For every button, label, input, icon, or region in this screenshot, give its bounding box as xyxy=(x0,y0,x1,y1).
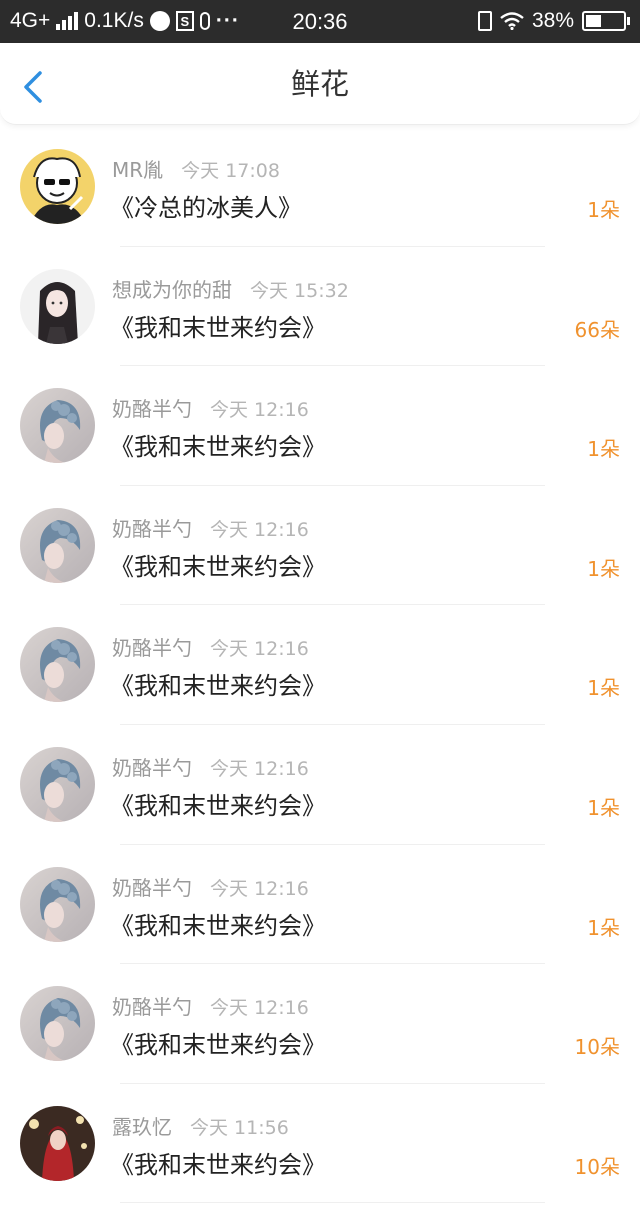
book-title: 《我和末世来约会》 xyxy=(110,313,326,342)
status-right: 38% xyxy=(477,9,630,33)
list-item[interactable]: 奶酪半勺 今天 12:16 《我和末世来约会》 1朵 xyxy=(0,366,640,486)
timestamp: 今天 17:08 xyxy=(181,160,280,182)
timestamp: 今天 12:16 xyxy=(210,399,309,422)
list-item[interactable]: 露玖忆 今天 11:56 《我和末世来约会》 10朵 xyxy=(0,1084,640,1204)
avatar[interactable] xyxy=(20,627,95,703)
flower-count: 1朵 xyxy=(587,198,620,222)
record-meta: 奶酪半勺 今天 12:16 xyxy=(112,991,309,1020)
book-title: 《我和末世来约会》 xyxy=(110,1031,326,1060)
avatar[interactable] xyxy=(20,388,95,464)
book-title: 《我和末世来约会》 xyxy=(110,911,326,940)
flower-count: 1朵 xyxy=(587,556,620,581)
battery-icon xyxy=(582,11,630,31)
record-meta: 奶酪半勺 今天 12:16 xyxy=(112,513,309,542)
flower-count: 10朵 xyxy=(574,1154,620,1179)
wifi-icon xyxy=(500,12,524,30)
timestamp: 今天 15:32 xyxy=(250,279,349,302)
flower-count: 1朵 xyxy=(587,915,620,940)
book-title: 《我和末世来约会》 xyxy=(110,552,326,581)
user-name[interactable]: 奶酪半勺 xyxy=(112,991,192,1020)
page-title: 鲜花 xyxy=(290,67,349,101)
flower-count: 1朵 xyxy=(587,437,620,462)
book-title: 《我和末世来约会》 xyxy=(110,672,326,701)
timestamp: 今天 12:16 xyxy=(210,997,309,1020)
user-name[interactable]: 想成为你的甜 xyxy=(112,274,232,303)
avatar[interactable] xyxy=(20,507,95,583)
list-item[interactable]: MR胤 今天 17:08 《冷总的冰美人》 1朵 xyxy=(0,127,640,247)
avatar[interactable] xyxy=(20,746,95,822)
user-name[interactable]: 奶酪半勺 xyxy=(112,513,192,542)
book-title: 《冷总的冰美人》 xyxy=(110,194,302,222)
list-item[interactable]: 奶酪半勺 今天 12:16 《我和末世来约会》 1朵 xyxy=(0,725,640,845)
record-meta: 奶酪半勺 今天 12:16 xyxy=(112,393,309,422)
flower-record-list: MR胤 今天 17:08 《冷总的冰美人》 1朵 想成为你的甜 今天 15:32… xyxy=(0,127,640,1203)
record-meta: 奶酪半勺 今天 12:16 xyxy=(112,752,309,781)
list-item[interactable]: 奶酪半勺 今天 12:16 《我和末世来约会》 10朵 xyxy=(0,964,640,1084)
vibrate-icon xyxy=(477,11,492,31)
user-name[interactable]: MR胤 xyxy=(112,154,163,183)
record-meta: MR胤 今天 17:08 xyxy=(112,154,280,183)
user-name[interactable]: 奶酪半勺 xyxy=(112,393,192,422)
timestamp: 今天 12:16 xyxy=(210,518,309,541)
avatar[interactable] xyxy=(20,149,95,224)
status-bar: 4G+ 0.1K/s S ··· 20:36 38% xyxy=(0,0,640,43)
user-name[interactable]: 奶酪半勺 xyxy=(112,872,192,901)
book-title: 《我和末世来约会》 xyxy=(110,791,326,820)
book-title: 《我和末世来约会》 xyxy=(110,1150,326,1179)
user-name[interactable]: 奶酪半勺 xyxy=(112,632,192,661)
timestamp: 今天 12:16 xyxy=(210,877,309,900)
battery-fill xyxy=(586,15,602,27)
record-meta: 奶酪半勺 今天 12:16 xyxy=(112,632,309,661)
book-title: 《我和末世来约会》 xyxy=(110,433,326,462)
avatar[interactable] xyxy=(20,866,95,942)
record-meta: 露玖忆 今天 11:56 xyxy=(112,1111,289,1140)
flower-count: 66朵 xyxy=(574,317,620,342)
record-meta: 奶酪半勺 今天 12:16 xyxy=(112,872,309,901)
list-item[interactable]: 奶酪半勺 今天 12:16 《我和末世来约会》 1朵 xyxy=(0,845,640,965)
flower-count: 10朵 xyxy=(574,1035,620,1060)
user-name[interactable]: 奶酪半勺 xyxy=(112,752,192,781)
timestamp: 今天 12:16 xyxy=(210,757,309,780)
list-item[interactable]: 奶酪半勺 今天 12:16 《我和末世来约会》 1朵 xyxy=(0,605,640,725)
avatar[interactable] xyxy=(20,986,95,1062)
user-name[interactable]: 露玖忆 xyxy=(112,1111,172,1140)
nav-bar: 鲜花 xyxy=(0,43,640,125)
avatar[interactable] xyxy=(20,1105,95,1181)
list-item[interactable]: 奶酪半勺 今天 12:16 《我和末世来约会》 1朵 xyxy=(0,486,640,606)
timestamp: 今天 12:16 xyxy=(210,638,309,661)
flower-count: 1朵 xyxy=(587,676,620,701)
avatar[interactable] xyxy=(20,268,95,344)
battery-percent: 38% xyxy=(531,9,574,32)
timestamp: 今天 11:56 xyxy=(190,1116,289,1139)
list-item[interactable]: 想成为你的甜 今天 15:32 《我和末世来约会》 66朵 xyxy=(0,247,640,367)
record-meta: 想成为你的甜 今天 15:32 xyxy=(112,274,349,303)
flower-count: 1朵 xyxy=(587,795,620,820)
